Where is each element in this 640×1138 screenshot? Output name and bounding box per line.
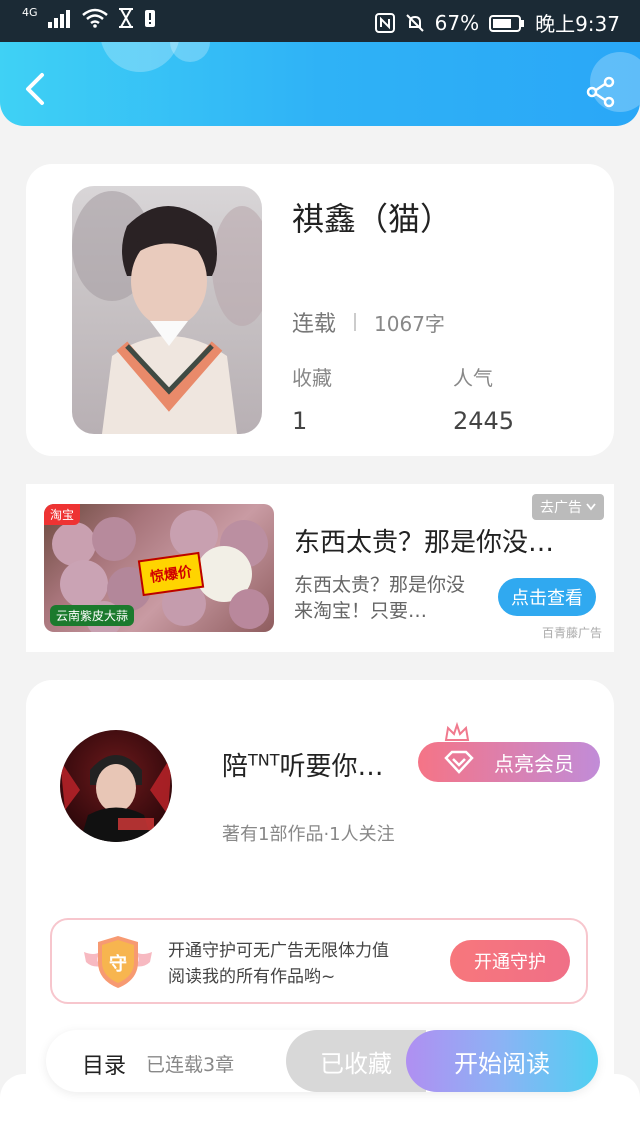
toc-button[interactable]: 目录 [82,1048,126,1080]
network-label: 4G [22,5,38,19]
ad-banner[interactable]: 淘宝 惊爆价 云南紫皮大蒜 东西太贵？那是你没… 东西太贵？那是你没来淘宝！只要… [26,484,614,652]
bottom-action-bar: 目录 已连载3章 已收藏 开始阅读 [46,1030,598,1092]
status-bar: 4G 67% 晚上9:37 [0,0,640,42]
author-name-suffix: 听要你… [279,752,384,782]
ad-view-button[interactable]: 点击查看 [498,578,596,616]
ad-description: 东西太贵？那是你没来淘宝！只要… [294,574,466,622]
chevron-down-icon [586,503,596,511]
guard-text-line2: 阅读我的所有作品哟~ [168,967,336,987]
guard-badge-text: 守 [109,953,127,975]
guard-text: 开通守护可无广告无限体力值 阅读我的所有作品哟~ [168,938,389,990]
vip-label: 点亮会员 [494,751,574,776]
vip-button[interactable]: 点亮会员 [418,742,600,782]
hourglass-icon [118,8,133,28]
guard-text-line1: 开通守护可无广告无限体力值 [168,941,389,961]
remove-ad-button[interactable]: 去广告 [532,494,604,520]
popularity-stat: 人气 2445 [453,362,514,435]
author-name-sup: TNT [248,750,280,770]
guard-promo-box: 守 开通守护可无广告无限体力值 阅读我的所有作品哟~ 开通守护 [50,918,588,1004]
popularity-label: 人气 [453,366,493,390]
ad-source: 百青藤广告 [541,626,602,640]
author-name-prefix: 陪 [222,752,249,782]
decorative-bubble [100,42,180,72]
favorites-label: 收藏 [292,366,332,390]
header [0,42,640,126]
shield-badge-icon: 守 [84,936,152,988]
divider [354,313,357,331]
word-count: 1067字 [374,311,445,336]
ad-image-caption: 云南紫皮大蒜 [50,605,135,626]
status-left: 4G [22,5,156,28]
crown-icon [444,722,470,741]
remove-ad-label: 去广告 [540,500,582,516]
author-name[interactable]: 陪TNT听要你… [222,746,384,783]
author-avatar[interactable] [60,730,172,842]
alert-battery-icon [144,10,155,27]
serial-status: 连载 [292,312,337,337]
book-title: 祺鑫（猫） [292,200,453,238]
ad-title[interactable]: 东西太贵？那是你没… [294,522,554,559]
collected-button[interactable]: 已收藏 [286,1030,426,1092]
book-info-card: 祺鑫（猫） 连载 1067字 收藏 1 人气 2445 [26,164,614,456]
clock: 晚上9:37 [535,12,620,36]
share-button[interactable] [586,76,616,108]
start-reading-button[interactable]: 开始阅读 [406,1030,598,1092]
signal-icon [47,10,70,28]
status-right: 67% 晚上9:37 [374,8,620,37]
favorites-stat: 收藏 1 [292,362,332,435]
decorative-bubble [170,42,210,62]
wifi-icon [81,8,108,28]
nfc-icon [374,12,395,33]
mute-bell-icon [405,13,424,32]
chapters-count[interactable]: 已连载3章 [146,1050,234,1077]
ad-image-tag: 淘宝 [44,504,81,525]
back-button[interactable] [22,72,48,106]
book-status-row: 连载 1067字 [292,306,445,338]
popularity-value: 2445 [453,407,515,435]
favorites-value: 1 [292,407,308,435]
battery-percent: 67% [434,10,480,35]
author-meta: 著有1部作品·1人关注 [222,824,395,845]
ad-image[interactable]: 淘宝 惊爆价 云南紫皮大蒜 [44,504,274,632]
open-guard-button[interactable]: 开通守护 [450,940,570,982]
diamond-icon [444,750,474,774]
battery-icon [489,14,525,32]
book-cover-image[interactable] [72,186,262,434]
